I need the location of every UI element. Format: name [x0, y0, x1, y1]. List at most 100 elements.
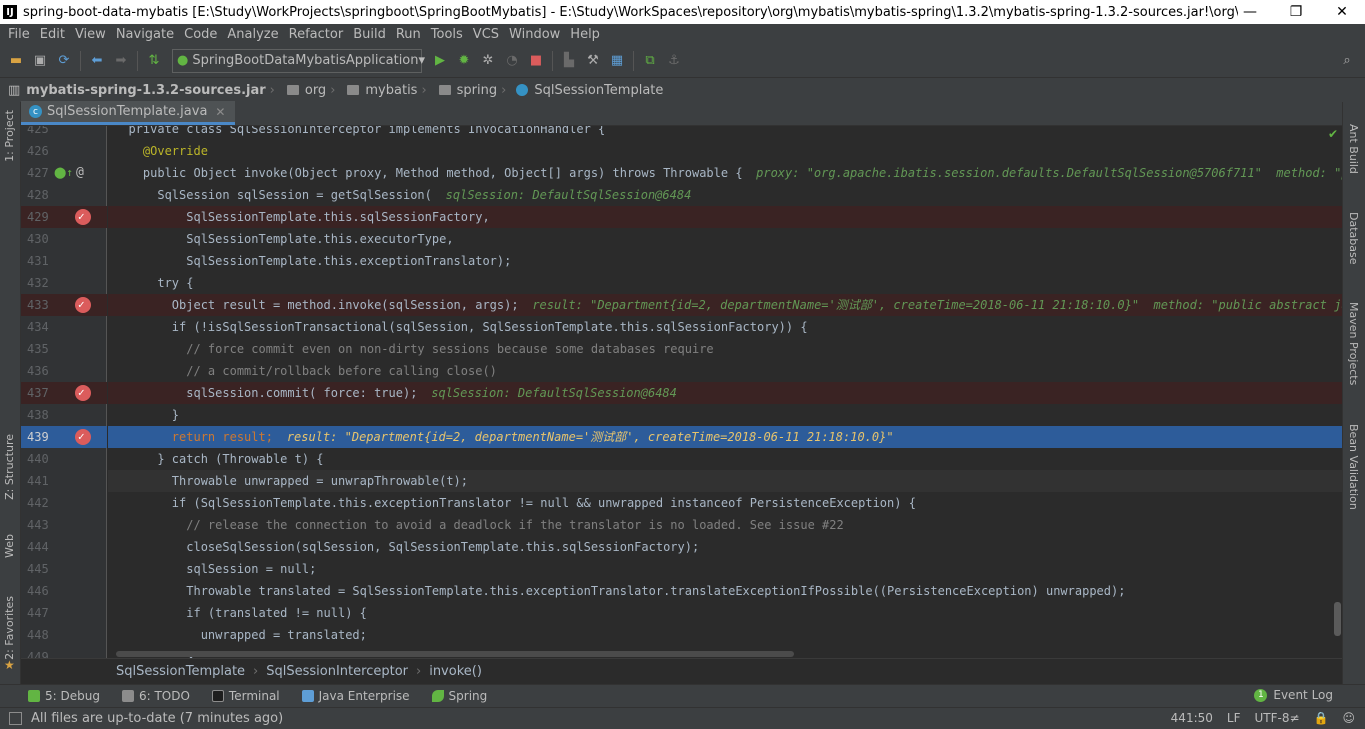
- inspector-icon[interactable]: ☺: [1342, 711, 1355, 725]
- tab-sqlsessiontemplate[interactable]: c SqlSessionTemplate.java ✕: [21, 101, 236, 125]
- gutter-line[interactable]: 432: [21, 272, 107, 294]
- code-line[interactable]: @Override: [108, 140, 1342, 162]
- save-all-icon[interactable]: ▣: [30, 51, 50, 71]
- breadcrumb-org[interactable]: org: [277, 83, 326, 98]
- debug-icon[interactable]: ✹: [454, 51, 474, 71]
- file-encoding[interactable]: UTF-8≠: [1254, 711, 1299, 725]
- profile-icon[interactable]: ◔: [502, 51, 522, 71]
- menu-refactor[interactable]: Refactor: [284, 27, 349, 42]
- close-window-button[interactable]: ✕: [1319, 0, 1365, 24]
- breadcrumb-spring[interactable]: spring: [429, 83, 497, 98]
- code-line[interactable]: closeSqlSession(sqlSession, SqlSessionTe…: [108, 536, 1342, 558]
- disabled-tool-icon[interactable]: ⚓: [664, 51, 684, 71]
- menu-tools[interactable]: Tools: [426, 27, 468, 42]
- tool-tab-todo[interactable]: 6: TODO: [121, 689, 190, 703]
- gutter-line[interactable]: 445: [21, 558, 107, 580]
- back-arrow-icon[interactable]: ⬅: [87, 51, 107, 71]
- forward-arrow-icon[interactable]: ➡: [111, 51, 131, 71]
- code-line[interactable]: public Object invoke(Object proxy, Metho…: [108, 162, 1342, 184]
- breakpoint-icon[interactable]: [75, 426, 91, 448]
- open-folder-icon[interactable]: ▬: [6, 51, 26, 71]
- menu-edit[interactable]: Edit: [35, 27, 70, 42]
- breadcrumb-mybatis[interactable]: mybatis: [337, 83, 417, 98]
- run-configuration-select[interactable]: ● SpringBootDataMybatisApplication ▾: [172, 48, 425, 73]
- build-project-icon[interactable]: ⇅: [144, 51, 164, 71]
- menu-file[interactable]: File: [3, 27, 35, 42]
- code-line[interactable]: // a commit/rollback before calling clos…: [108, 360, 1342, 382]
- gutter-line[interactable]: 447: [21, 602, 107, 624]
- code-line[interactable]: unwrapped = translated;: [108, 624, 1342, 646]
- tool-tab-java-enterprise[interactable]: Java Enterprise: [301, 689, 410, 703]
- gutter-line[interactable]: 449: [21, 646, 107, 658]
- code-line[interactable]: }: [108, 404, 1342, 426]
- gutter-line[interactable]: 431: [21, 250, 107, 272]
- menu-vcs[interactable]: VCS: [468, 27, 504, 42]
- gutter-line[interactable]: 426: [21, 140, 107, 162]
- breakpoint-icon[interactable]: [75, 382, 91, 404]
- tool-tab-database[interactable]: Database: [1347, 212, 1360, 265]
- breakpoint-icon[interactable]: [75, 206, 91, 228]
- lock-icon[interactable]: 🔒: [1314, 711, 1329, 725]
- menu-code[interactable]: Code: [179, 27, 222, 42]
- tool-tab-project[interactable]: 1: Project: [3, 110, 16, 162]
- gutter-line[interactable]: 438: [21, 404, 107, 426]
- gutter-line[interactable]: 425: [21, 126, 107, 140]
- code-line[interactable]: try {: [108, 272, 1342, 294]
- implements-method-icon[interactable]: ⬤↑: [54, 162, 73, 184]
- gutter-line[interactable]: 446: [21, 580, 107, 602]
- vertical-scrollbar[interactable]: [1334, 602, 1341, 636]
- gutter-line[interactable]: 442: [21, 492, 107, 514]
- maximize-button[interactable]: ❐: [1273, 0, 1319, 24]
- layout-icon[interactable]: ▦: [607, 51, 627, 71]
- code-line[interactable]: if (translated != null) {: [108, 602, 1342, 624]
- gutter-line[interactable]: 444: [21, 536, 107, 558]
- coverage-icon[interactable]: ✲: [478, 51, 498, 71]
- tool-tab-debug[interactable]: 5: Debug: [28, 689, 100, 703]
- gutter-line[interactable]: 437: [21, 382, 107, 404]
- tool-tab-structure[interactable]: Z: Structure: [3, 434, 16, 500]
- gutter-line[interactable]: 443: [21, 514, 107, 536]
- stop-icon[interactable]: ■: [526, 51, 546, 71]
- code-line[interactable]: Throwable translated = SqlSessionTemplat…: [108, 580, 1342, 602]
- gutter-line[interactable]: 430: [21, 228, 107, 250]
- gutter-line[interactable]: 429: [21, 206, 107, 228]
- minimize-button[interactable]: —: [1227, 0, 1273, 24]
- code-line[interactable]: Throwable unwrapped = unwrapThrowable(t)…: [108, 470, 1342, 492]
- tool-tab-ant-build[interactable]: Ant Build: [1347, 124, 1360, 174]
- tool-tab-terminal[interactable]: Terminal: [211, 689, 280, 703]
- code-line[interactable]: } catch (Throwable t) {: [108, 448, 1342, 470]
- code-line[interactable]: return result; result: "Department{id=2, …: [108, 426, 1342, 448]
- horizontal-scrollbar[interactable]: [116, 651, 794, 657]
- gutter-line[interactable]: 441: [21, 470, 107, 492]
- gutter-line[interactable]: 428: [21, 184, 107, 206]
- code-line[interactable]: SqlSession sqlSession = getSqlSession(sq…: [108, 184, 1342, 206]
- menu-view[interactable]: View: [70, 27, 111, 42]
- gutter-line[interactable]: 440: [21, 448, 107, 470]
- menu-run[interactable]: Run: [391, 27, 426, 42]
- tool-tab-bean-validation[interactable]: Bean Validation: [1347, 424, 1360, 510]
- code-editor[interactable]: 425 426 427 ⬤↑@428 429 430 431 432 433 434 435 436 4…: [21, 126, 1342, 658]
- run-icon[interactable]: ▶: [430, 51, 450, 71]
- code-line[interactable]: sqlSession.commit( force: true); sqlSessi…: [108, 382, 1342, 404]
- tool-tab-spring[interactable]: Spring: [431, 689, 487, 703]
- menu-window[interactable]: Window: [504, 27, 565, 42]
- plugin-icon[interactable]: ⧉: [640, 51, 660, 71]
- gutter-line[interactable]: 435: [21, 338, 107, 360]
- search-icon[interactable]: ⌕: [1337, 51, 1357, 71]
- code-line[interactable]: sqlSession = null;: [108, 558, 1342, 580]
- gutter-line[interactable]: 434: [21, 316, 107, 338]
- crumb-inner-class[interactable]: SqlSessionInterceptor: [266, 664, 408, 679]
- breadcrumb-class[interactable]: SqlSessionTemplate: [508, 83, 663, 98]
- menu-help[interactable]: Help: [565, 27, 605, 42]
- code-line[interactable]: SqlSessionTemplate.this.exceptionTransla…: [108, 250, 1342, 272]
- code-line[interactable]: SqlSessionTemplate.this.sqlSessionFactor…: [108, 206, 1342, 228]
- code-area[interactable]: private class SqlSessionInterceptor impl…: [108, 126, 1342, 658]
- code-line[interactable]: if (!isSqlSessionTransactional(sqlSessio…: [108, 316, 1342, 338]
- menu-navigate[interactable]: Navigate: [111, 27, 179, 42]
- code-line[interactable]: SqlSessionTemplate.this.executorType,: [108, 228, 1342, 250]
- code-line[interactable]: // release the connection to avoid a dea…: [108, 514, 1342, 536]
- event-log-button[interactable]: 1 Event Log: [1254, 688, 1333, 702]
- gutter-line[interactable]: 448: [21, 624, 107, 646]
- gutter-line[interactable]: 433: [21, 294, 107, 316]
- tool-tab-web[interactable]: Web: [3, 534, 16, 558]
